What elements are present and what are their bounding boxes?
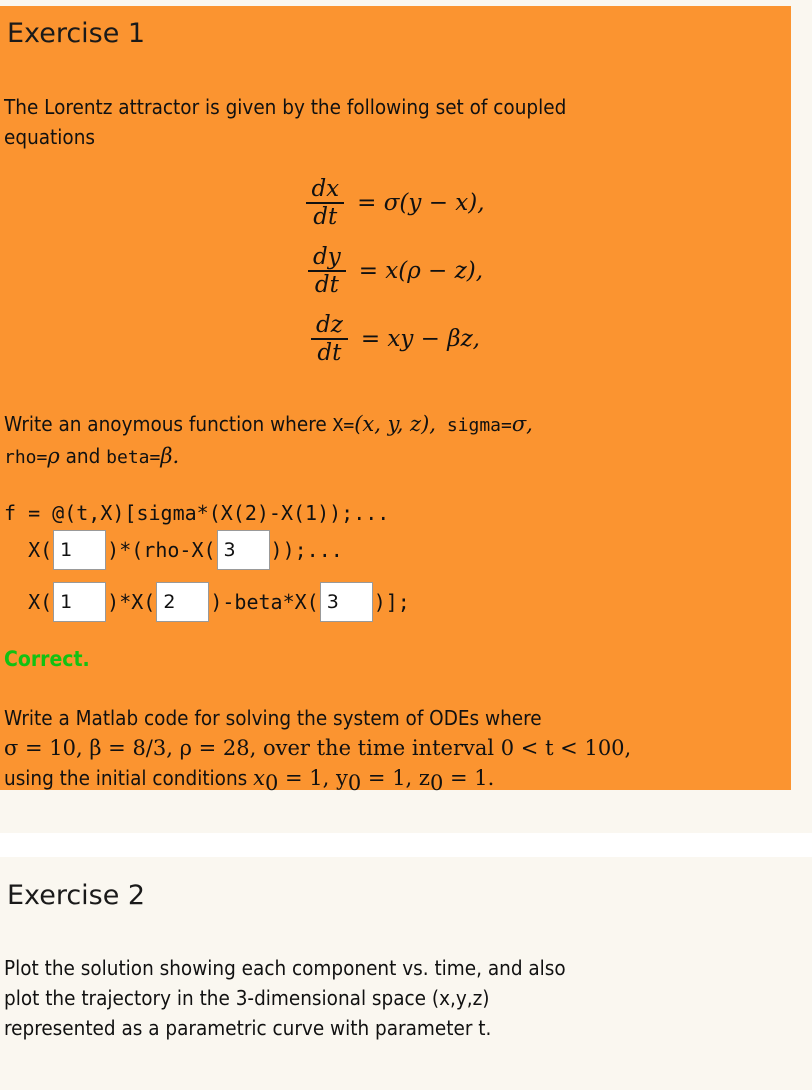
assignment-page: Exercise 1 The Lorentz attractor is give… <box>0 0 812 1090</box>
code-line-3: X( )*X( )-beta*X( )]; <box>4 576 790 628</box>
task-parameters: σ = 10, β = 8/3, ρ = 28, over the time i… <box>4 736 501 760</box>
fraction-denominator: dt <box>314 271 339 298</box>
ex2-line-3: represented as a parametric curve with p… <box>4 1016 492 1040</box>
ex2-line-2: plot the trajectory in the 3-dimensional… <box>4 986 490 1010</box>
answer-code-block: f = @(t,X)[sigma*(X(2)-X(1));... X( )*(r… <box>4 501 790 628</box>
task-ic-y-value: = 1, z <box>361 766 430 790</box>
anonymous-function-instructions: Write an anoymous function where X=(x, y… <box>4 409 790 473</box>
task-time-interval: 0 < t < 100, <box>500 736 632 760</box>
fraction-numerator: dx <box>311 175 340 202</box>
code-line-1-text: f = @(t,X)[sigma*(X(2)-X(1));... <box>4 501 390 525</box>
answer-input-3[interactable] <box>53 582 107 622</box>
code-line-2-middle: )*(rho-X( <box>107 538 216 562</box>
exercise-1-panel: Exercise 1 The Lorentz attractor is give… <box>0 6 791 795</box>
fraction-numerator: dy <box>312 243 341 270</box>
task-ic-label: using the initial conditions <box>4 766 254 790</box>
ex2-line-1: Plot the solution showing each component… <box>4 956 566 980</box>
equation-right-hand-side: = x(ρ − z), <box>358 258 484 284</box>
code-line-2-prefix: X( <box>4 538 53 562</box>
fraction-dz-dt: dz dt <box>310 311 348 366</box>
code-line-3-middle-2: )-beta*X( <box>210 590 319 614</box>
task-ic-z-value: = 1. <box>443 766 495 790</box>
task-ic-x: x <box>253 766 265 790</box>
answer-input-5[interactable] <box>319 582 373 622</box>
anon-line-2: rho=ρ and beta=β. <box>4 441 790 473</box>
feedback-correct-message: Correct. <box>4 647 90 671</box>
intro-line-2: equations <box>4 125 95 149</box>
exercise-2-body-text: Plot the solution showing each component… <box>4 953 790 1043</box>
anon-line-1: Write an anoymous function where X=(x, y… <box>4 409 790 441</box>
exercise-2-heading: Exercise 2 <box>7 880 146 911</box>
anon-mono-X: X= <box>332 415 355 436</box>
exercise-1-heading: Exercise 1 <box>7 18 146 49</box>
exercise-1-task-text: Write a Matlab code for solving the syst… <box>4 703 790 798</box>
lorenz-equations: dx dt = σ(y − x), dy dt = x(ρ − z), dz d… <box>0 169 791 373</box>
anon-math-rho: ρ <box>47 444 60 468</box>
task-ic-y-sub: 0 <box>347 771 362 796</box>
task-line-3: using the initial conditions x0 = 1, y0 … <box>4 763 790 798</box>
fraction-denominator: dt <box>317 339 342 366</box>
intro-line-1: The Lorentz attractor is given by the fo… <box>4 95 567 119</box>
code-line-3-prefix: X( <box>4 590 53 614</box>
task-line-1: Write a Matlab code for solving the syst… <box>4 706 542 730</box>
anon-text-a: Write an anoymous function where <box>4 412 333 436</box>
answer-input-4[interactable] <box>156 582 210 622</box>
code-line-3-middle-1: )*X( <box>107 590 156 614</box>
fraction-numerator: dz <box>315 311 343 338</box>
anon-math-xyz: (x, y, z), <box>354 412 436 436</box>
equation-right-hand-side: = xy − βz, <box>360 326 480 352</box>
fraction-dx-dt: dx dt <box>306 175 345 230</box>
equation-dz-dt: dz dt = xy − βz, <box>0 305 791 373</box>
fraction-dy-dt: dy dt <box>307 243 346 298</box>
anon-text-and: and <box>59 444 107 468</box>
task-line-2: σ = 10, β = 8/3, ρ = 28, over the time i… <box>4 733 790 763</box>
code-line-1: f = @(t,X)[sigma*(X(2)-X(1));... <box>4 501 790 525</box>
anon-mono-sigma: sigma= <box>435 415 512 436</box>
task-ic-x-sub: 0 <box>264 771 279 796</box>
anon-math-sigma: σ, <box>511 412 533 436</box>
task-ic-z-sub: 0 <box>429 771 444 796</box>
code-line-3-suffix: )]; <box>373 590 410 614</box>
code-line-2: X( )*(rho-X( ));... <box>4 524 790 576</box>
anon-mono-rho: rho= <box>4 447 48 468</box>
code-line-2-suffix: ));... <box>270 538 343 562</box>
answer-input-2[interactable] <box>216 530 270 570</box>
answer-input-1[interactable] <box>53 530 107 570</box>
fraction-denominator: dt <box>313 203 338 230</box>
equation-dx-dt: dx dt = σ(y − x), <box>0 169 791 237</box>
anon-mono-beta: beta= <box>106 447 161 468</box>
section-separator <box>0 833 812 857</box>
equation-dy-dt: dy dt = x(ρ − z), <box>0 237 791 305</box>
anon-math-beta: β. <box>160 444 180 468</box>
exercise-1-intro-text: The Lorentz attractor is given by the fo… <box>4 92 790 152</box>
task-ic-x-value: = 1, y <box>278 766 348 790</box>
equation-right-hand-side: = σ(y − x), <box>357 190 485 216</box>
